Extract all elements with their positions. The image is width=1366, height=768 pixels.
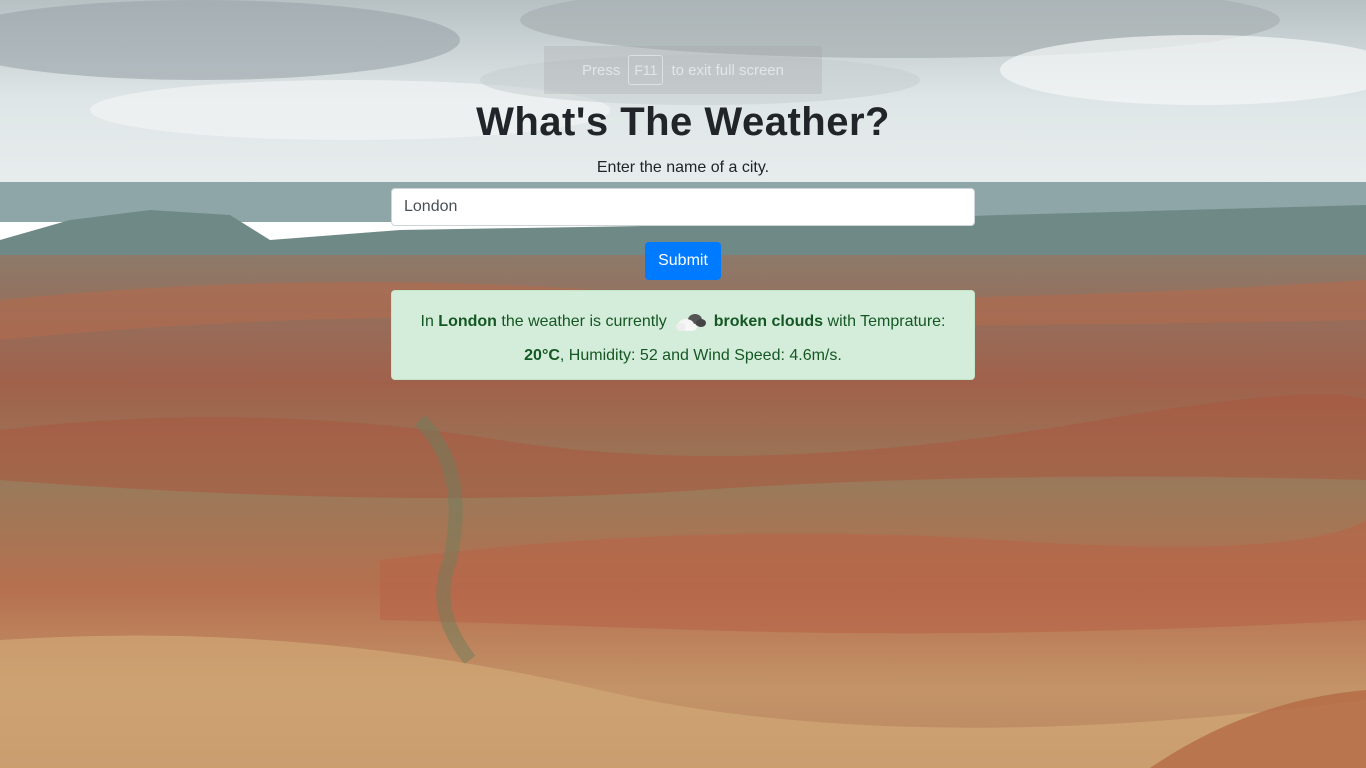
fullscreen-hint-after: to exit full screen — [671, 61, 784, 79]
page-subtitle: Enter the name of a city. — [596, 159, 770, 176]
submit-button[interactable]: Submit — [645, 242, 721, 280]
result-temperature: 20°C — [524, 347, 560, 364]
result-condition: broken clouds — [713, 313, 824, 330]
city-search-input[interactable] — [391, 188, 975, 226]
result-text-1: the weather is currently — [501, 313, 667, 330]
result-prefix: In — [420, 313, 434, 330]
broken-clouds-icon — [676, 313, 707, 331]
result-text-3: , Humidity: 52 and Wind Speed: 4.6m/s. — [559, 347, 842, 364]
result-text-2: with Temprature: — [827, 313, 946, 330]
page-title: What's The Weather? — [476, 100, 890, 144]
fullscreen-exit-hint: Press F11 to exit full screen — [544, 46, 822, 94]
weather-result-alert: In London the weather is currently broke… — [391, 290, 975, 380]
fullscreen-hint-before: Press — [582, 61, 621, 79]
f11-key-label: F11 — [628, 55, 664, 85]
result-city: London — [438, 313, 497, 330]
